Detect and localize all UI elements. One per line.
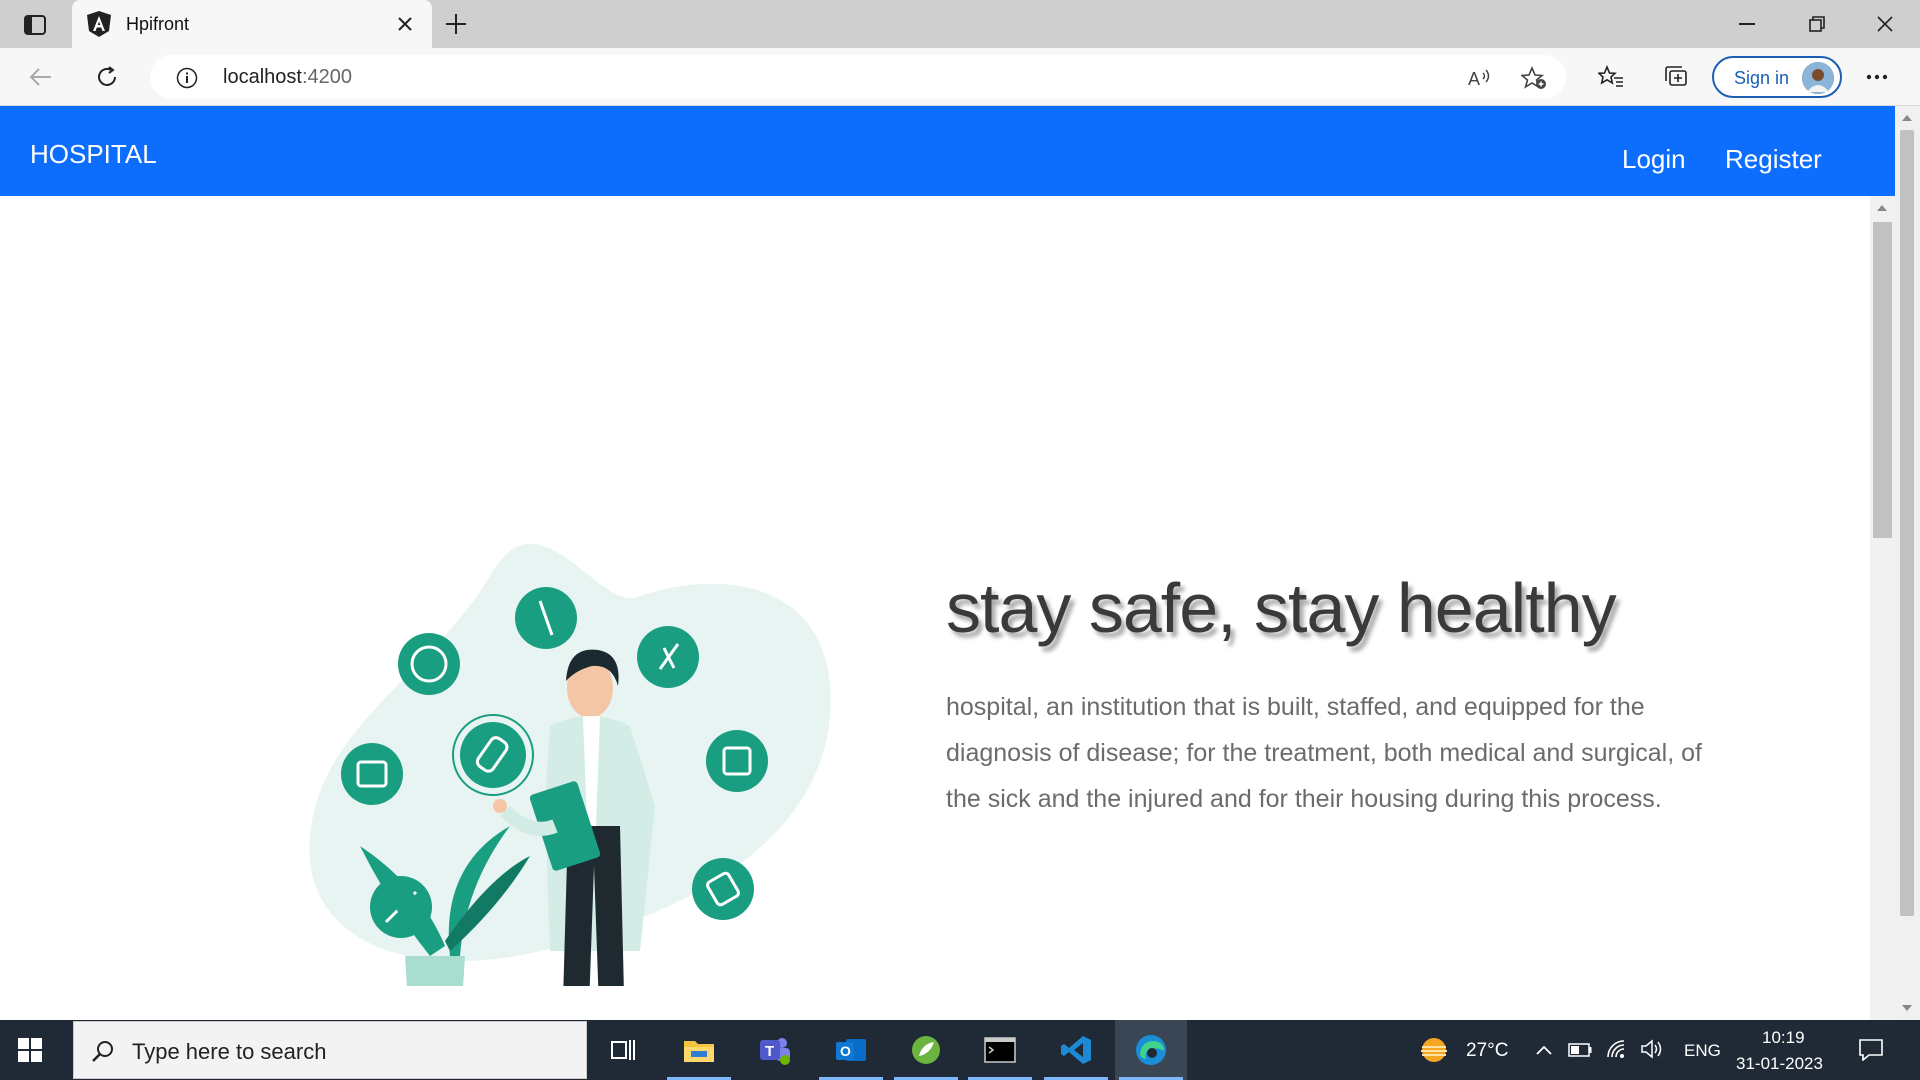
favorites-icon[interactable] <box>1596 62 1626 92</box>
avatar <box>1802 62 1834 94</box>
browser-scroll-thumb[interactable] <box>1900 130 1914 916</box>
more-options-icon[interactable] <box>1862 62 1892 92</box>
language-indicator[interactable]: ENG <box>1684 1041 1721 1061</box>
doctor-illustration <box>309 543 831 986</box>
brand-logo[interactable]: HOSPITAL <box>30 139 157 170</box>
wifi-icon[interactable] <box>1604 1036 1632 1062</box>
clock[interactable]: 10:19 31-01-2023 <box>1730 1024 1834 1076</box>
battery-icon[interactable] <box>1566 1038 1594 1062</box>
clock-date: 31-01-2023 <box>1736 1054 1823 1073</box>
add-favorite-icon[interactable] <box>1520 65 1548 91</box>
browser-scrollbar[interactable] <box>1895 106 1920 1020</box>
login-link[interactable]: Login <box>1622 144 1686 183</box>
scroll-up-arrow-icon[interactable] <box>1875 202 1889 214</box>
volume-icon[interactable] <box>1638 1036 1666 1062</box>
browser-tab[interactable]: Hpifront <box>72 0 432 48</box>
weather-temperature[interactable]: 27°C <box>1466 1040 1508 1062</box>
show-hidden-icons-icon[interactable] <box>1532 1038 1556 1062</box>
browser-tab-bar: Hpifront <box>0 0 1920 48</box>
file-explorer-button[interactable] <box>663 1020 735 1080</box>
page-content: stay safe, stay healthy hospital, an ins… <box>0 196 1870 1020</box>
windows-start-icon[interactable] <box>14 1034 46 1066</box>
angular-logo-icon <box>86 11 112 37</box>
spring-tools-button[interactable] <box>890 1020 962 1080</box>
task-view-button[interactable] <box>588 1020 660 1080</box>
refresh-icon[interactable] <box>92 62 122 92</box>
back-icon[interactable] <box>26 62 56 92</box>
tab-title: Hpifront <box>126 14 190 34</box>
svg-text:T: T <box>765 1043 774 1060</box>
outlook-button[interactable]: O <box>815 1020 887 1080</box>
read-aloud-icon[interactable]: A <box>1466 65 1494 91</box>
collections-icon[interactable] <box>1662 62 1692 92</box>
tab-actions-icon[interactable] <box>22 12 48 38</box>
site-info-icon[interactable] <box>174 65 200 91</box>
edge-browser-button[interactable] <box>1115 1020 1187 1080</box>
site-navbar: HOSPITAL Login Register <box>0 106 1895 196</box>
page-scroll-thumb[interactable] <box>1873 222 1892 538</box>
search-icon <box>88 1036 118 1066</box>
browser-scroll-down-icon[interactable] <box>1900 1002 1914 1014</box>
vscode-button[interactable] <box>1040 1020 1112 1080</box>
teams-button[interactable]: T <box>739 1020 811 1080</box>
url-text: localhost:4200 <box>223 66 352 88</box>
address-bar[interactable]: localhost:4200 A <box>150 55 1566 99</box>
windows-taskbar: Type here to search T O 27°C ENG 10:19 3… <box>0 1020 1920 1080</box>
close-tab-icon[interactable] <box>394 13 416 35</box>
notifications-icon[interactable] <box>1856 1036 1886 1064</box>
register-link[interactable]: Register <box>1725 144 1822 183</box>
search-placeholder: Type here to search <box>132 1039 327 1064</box>
sign-in-button[interactable]: Sign in <box>1712 56 1842 98</box>
svg-text:A: A <box>1468 69 1480 89</box>
browser-toolbar: localhost:4200 A Sign in <box>0 48 1920 106</box>
taskbar-search-box[interactable]: Type here to search <box>73 1021 587 1079</box>
browser-scroll-up-icon[interactable] <box>1900 112 1914 124</box>
page-scrollbar[interactable] <box>1870 196 1895 1020</box>
new-tab-icon[interactable] <box>442 10 470 38</box>
svg-text:O: O <box>840 1043 851 1059</box>
hero-headline: stay safe, stay healthy <box>946 569 1617 647</box>
terminal-button[interactable] <box>964 1020 1036 1080</box>
weather-icon[interactable] <box>1416 1034 1452 1066</box>
minimize-icon[interactable] <box>1732 10 1762 38</box>
restore-icon[interactable] <box>1802 10 1832 38</box>
close-window-icon[interactable] <box>1870 10 1900 38</box>
hero-description: hospital, an institution that is built, … <box>946 693 1702 813</box>
clock-time: 10:19 <box>1762 1028 1805 1047</box>
